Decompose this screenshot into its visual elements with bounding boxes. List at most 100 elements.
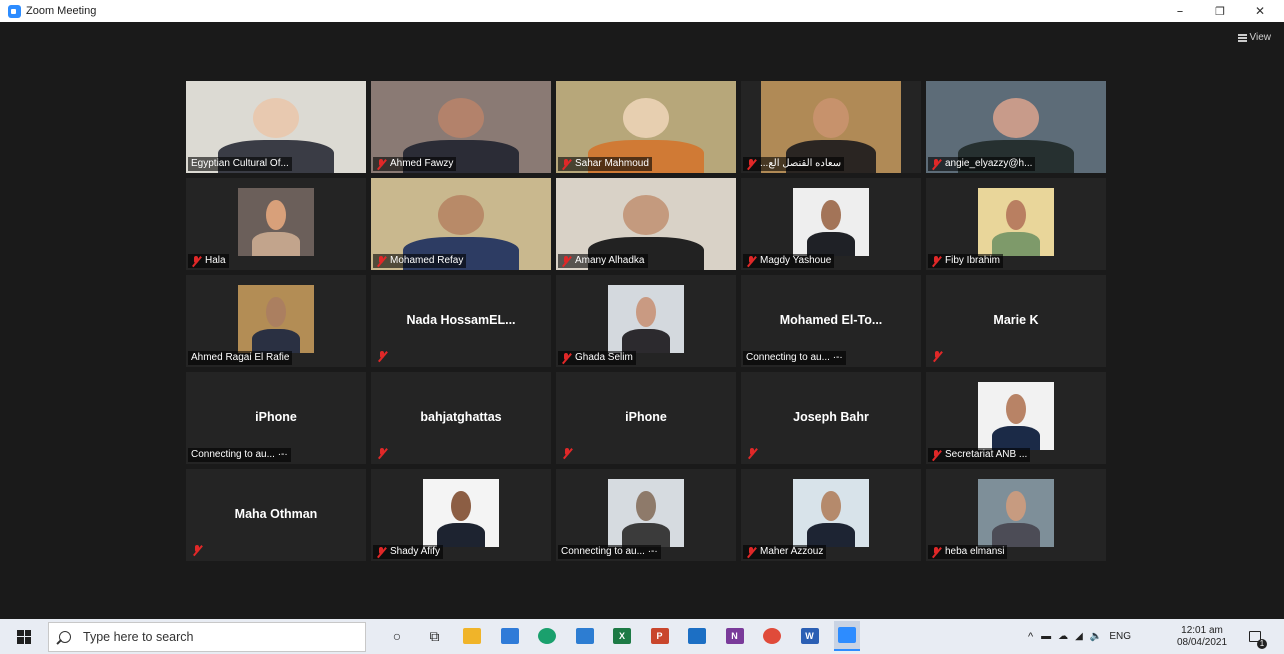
onenote-taskbar-button[interactable]: N — [722, 623, 748, 649]
cortana-icon: ○ — [392, 628, 402, 644]
participant-label-text: Connecting to au... ·-· — [561, 546, 658, 557]
participant-tile[interactable]: iPhone Connecting to au... ·-· — [186, 372, 366, 464]
participant-tile[interactable]: Maher Azzouz — [741, 469, 921, 561]
participant-tile[interactable]: Maha Othman — [186, 469, 366, 561]
windows-logo-icon — [17, 629, 31, 644]
participant-label: angie_elyazzy@h... — [928, 157, 1036, 171]
participant-tile[interactable]: Secretariat ANB ... — [926, 372, 1106, 464]
participant-tile[interactable]: Ahmed Fawzy — [371, 81, 551, 173]
participant-video — [978, 479, 1054, 547]
mail-taskbar-button[interactable] — [684, 623, 710, 649]
edge-taskbar-button[interactable] — [534, 623, 560, 649]
participant-label-text: Egyptian Cultural Of... — [191, 158, 289, 169]
restore-button[interactable]: ❐ — [1202, 0, 1238, 22]
minimize-button[interactable]: – — [1162, 0, 1198, 22]
muted-mic-icon — [561, 255, 571, 267]
word-taskbar-button[interactable]: W — [797, 623, 823, 649]
participant-label-text: Ahmed Fawzy — [390, 158, 454, 169]
participant-tile[interactable]: Amany Alhadka — [556, 178, 736, 270]
participant-tile[interactable]: Egyptian Cultural Of... — [186, 81, 366, 173]
participant-video — [423, 479, 499, 547]
participant-label-text: angie_elyazzy@h... — [945, 158, 1033, 169]
excel-taskbar-button[interactable]: X — [609, 623, 635, 649]
participant-video — [978, 382, 1054, 450]
cortana-taskbar-button[interactable]: ○ — [384, 623, 410, 649]
chrome-taskbar-button[interactable] — [759, 623, 785, 649]
participant-label-text: Fiby Ibrahim — [945, 255, 1001, 266]
participant-tile[interactable]: Marie K — [926, 275, 1106, 367]
file-explorer-taskbar-button[interactable] — [459, 623, 485, 649]
person-head — [992, 97, 1040, 139]
task-view-icon: ⧉ — [429, 627, 440, 644]
participant-tile[interactable]: Magdy Yashoue — [741, 178, 921, 270]
cloud-icon[interactable]: ☁ — [1058, 631, 1068, 642]
start-button[interactable] — [0, 619, 48, 654]
participant-tile[interactable]: Ghada Selim — [556, 275, 736, 367]
participant-tile[interactable]: Shady Afify — [371, 469, 551, 561]
participant-tile[interactable]: Ahmed Ragai El Rafie — [186, 275, 366, 367]
participant-tile[interactable]: Mohamed Refay — [371, 178, 551, 270]
participant-tile[interactable]: bahjatghattas — [371, 372, 551, 464]
muted-mic-icon — [747, 448, 757, 459]
participant-label-text: Ghada Selim — [575, 352, 633, 363]
muted-mic-icon — [191, 255, 201, 267]
participant-tile[interactable]: heba elmansi — [926, 469, 1106, 561]
participant-tile[interactable]: سعاده القنصل الع... — [741, 81, 921, 173]
participant-tile[interactable]: Hala — [186, 178, 366, 270]
person-head — [622, 97, 670, 139]
volume-icon[interactable]: 🔈 — [1090, 631, 1102, 642]
close-button[interactable]: ✕ — [1242, 0, 1278, 22]
powerpoint-taskbar-button[interactable]: P — [647, 623, 673, 649]
zoom-taskbar-button[interactable] — [834, 621, 860, 651]
participant-tile[interactable]: angie_elyazzy@h... — [926, 81, 1106, 173]
participant-name: bahjatghattas — [420, 410, 502, 424]
participant-label: Connecting to au... ·-· — [188, 448, 291, 462]
participant-tile[interactable]: Connecting to au... ·-· — [556, 469, 736, 561]
participant-tile[interactable]: Mohamed El-To... Connecting to au... ·-· — [741, 275, 921, 367]
window-title: Zoom Meeting — [26, 5, 97, 17]
view-button[interactable]: View — [1237, 32, 1271, 43]
chrome-icon — [763, 628, 781, 644]
participant-tile[interactable]: Sahar Mahmoud — [556, 81, 736, 173]
person-head — [812, 97, 850, 139]
task-view-taskbar-button[interactable]: ⧉ — [422, 623, 448, 649]
store-taskbar-button[interactable] — [572, 623, 598, 649]
zoom-app-icon — [8, 4, 21, 18]
participant-label-text: heba elmansi — [945, 546, 1005, 557]
network-icon[interactable]: ▬ — [1041, 631, 1051, 642]
participant-video — [238, 188, 314, 256]
muted-mic-icon — [746, 255, 756, 267]
participant-label: Connecting to au... ·-· — [743, 351, 846, 365]
word-icon: W — [800, 628, 819, 644]
participant-video — [793, 479, 869, 547]
participant-video — [608, 479, 684, 547]
person-body — [621, 328, 671, 353]
person-head — [821, 200, 841, 231]
participant-label-text: Sahar Mahmoud — [575, 158, 649, 169]
muted-mic-icon — [746, 158, 756, 170]
muted-mic-icon — [376, 158, 386, 170]
participant-label: Ahmed Fawzy — [373, 157, 457, 171]
participant-label-text: Shady Afify — [390, 546, 441, 557]
participant-label: Connecting to au... ·-· — [558, 545, 661, 559]
participant-label-text: Connecting to au... ·-· — [191, 449, 288, 460]
clock[interactable]: 12:01 am 08/04/2021 — [1174, 619, 1230, 654]
notification-count: 1 — [1257, 639, 1267, 649]
muted-mic-icon — [931, 255, 941, 267]
person-body — [251, 231, 301, 256]
calendar-taskbar-button[interactable] — [497, 623, 523, 649]
action-center-button[interactable]: 1 — [1244, 619, 1267, 654]
chevron-up-icon[interactable]: ^ — [1028, 631, 1033, 643]
search-input[interactable] — [81, 628, 345, 645]
participant-tile[interactable]: Joseph Bahr — [741, 372, 921, 464]
person-head — [1006, 394, 1026, 425]
taskbar-search-box[interactable] — [48, 621, 366, 652]
language-indicator[interactable]: ENG — [1109, 631, 1131, 642]
wifi-icon[interactable]: ◢ — [1075, 631, 1083, 642]
zoom-icon — [838, 627, 856, 643]
participant-label-text: Maher Azzouz — [760, 546, 824, 557]
participant-tile[interactable]: Fiby Ibrahim — [926, 178, 1106, 270]
participant-tile[interactable]: Nada HossamEL... — [371, 275, 551, 367]
participant-tile[interactable]: iPhone — [556, 372, 736, 464]
person-head — [451, 491, 471, 522]
